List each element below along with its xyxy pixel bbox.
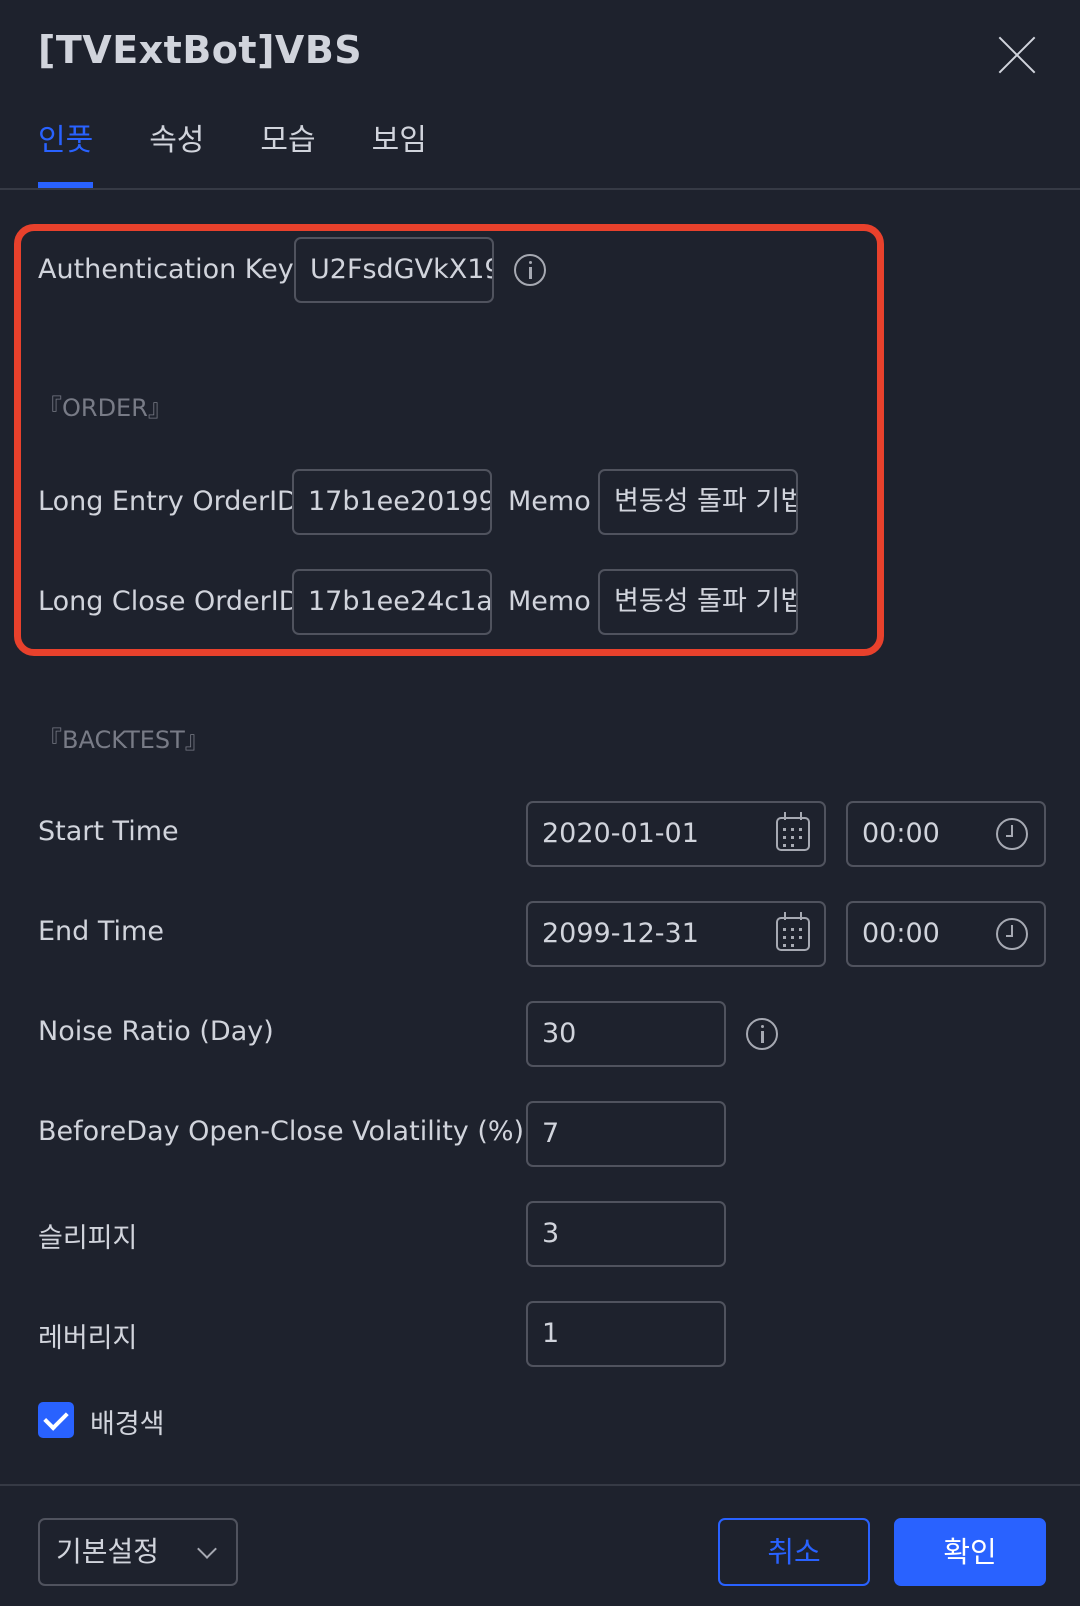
indicator-settings-dialog: [TVExtBot]VBS 인풋 속성 모습 보임 Authentication… xyxy=(0,0,1080,1606)
tab-inputs[interactable]: 인풋 xyxy=(38,116,94,188)
defaults-dropdown[interactable]: 기본설정 xyxy=(38,1518,238,1586)
footer-divider xyxy=(0,1484,1080,1486)
calendar-icon[interactable] xyxy=(776,812,810,851)
noise-ratio-input[interactable]: 30 xyxy=(526,1001,726,1067)
long-close-label: Long Close OrderID xyxy=(38,586,300,617)
cancel-button[interactable]: 취소 xyxy=(718,1518,870,1586)
auth-key-input[interactable]: U2FsdGVkX19 xyxy=(294,237,494,303)
long-close-memo-label: Memo xyxy=(508,586,591,617)
clock-icon[interactable] xyxy=(996,918,1028,950)
long-entry-memo-input[interactable]: 변동성 돌파 기법 xyxy=(598,469,798,535)
info-icon[interactable] xyxy=(746,1018,778,1050)
calendar-icon[interactable] xyxy=(776,912,810,951)
tab-style[interactable]: 모습 xyxy=(260,116,315,188)
volatility-input[interactable]: 7 xyxy=(526,1101,726,1167)
tab-bar: 인풋 속성 모습 보임 xyxy=(38,116,427,188)
end-time-input[interactable]: 00:00 xyxy=(846,901,1046,967)
ok-button[interactable]: 확인 xyxy=(894,1518,1046,1586)
long-entry-label: Long Entry OrderID xyxy=(38,486,298,517)
chevron-down-icon xyxy=(197,1539,217,1559)
background-color-checkbox[interactable] xyxy=(38,1402,74,1438)
tab-properties[interactable]: 속성 xyxy=(149,116,204,188)
slippage-label: 슬리피지 xyxy=(38,1223,138,1254)
end-date-input[interactable]: 2099-12-31 xyxy=(526,901,826,967)
long-entry-orderid-input[interactable]: 17b1ee20199c xyxy=(292,469,492,535)
start-time-input[interactable]: 00:00 xyxy=(846,801,1046,867)
start-time-label: Start Time xyxy=(38,816,179,847)
leverage-label: 레버리지 xyxy=(38,1323,138,1354)
auth-key-label: Authentication Key xyxy=(38,254,294,285)
start-date-input[interactable]: 2020-01-01 xyxy=(526,801,826,867)
long-close-orderid-input[interactable]: 17b1ee24c1a2 xyxy=(292,569,492,635)
slippage-input[interactable]: 3 xyxy=(526,1201,726,1267)
close-icon[interactable] xyxy=(998,36,1036,74)
end-time-label: End Time xyxy=(38,916,164,947)
tab-visibility[interactable]: 보임 xyxy=(372,116,427,188)
info-icon[interactable] xyxy=(514,254,546,286)
order-section-label: 『ORDER』 xyxy=(38,394,172,422)
leverage-input[interactable]: 1 xyxy=(526,1301,726,1367)
background-color-label: 배경색 xyxy=(90,1409,165,1440)
long-entry-memo-label: Memo xyxy=(508,486,591,517)
dialog-title: [TVExtBot]VBS xyxy=(38,28,363,72)
defaults-label: 기본설정 xyxy=(56,1535,160,1568)
volatility-label: BeforeDay Open-Close Volatility (%) xyxy=(38,1116,525,1147)
backtest-section-label: 『BACKTEST』 xyxy=(38,726,209,754)
long-close-memo-input[interactable]: 변동성 돌파 기법 xyxy=(598,569,798,635)
noise-ratio-label: Noise Ratio (Day) xyxy=(38,1016,274,1047)
clock-icon[interactable] xyxy=(996,818,1028,850)
tab-divider xyxy=(0,188,1080,190)
